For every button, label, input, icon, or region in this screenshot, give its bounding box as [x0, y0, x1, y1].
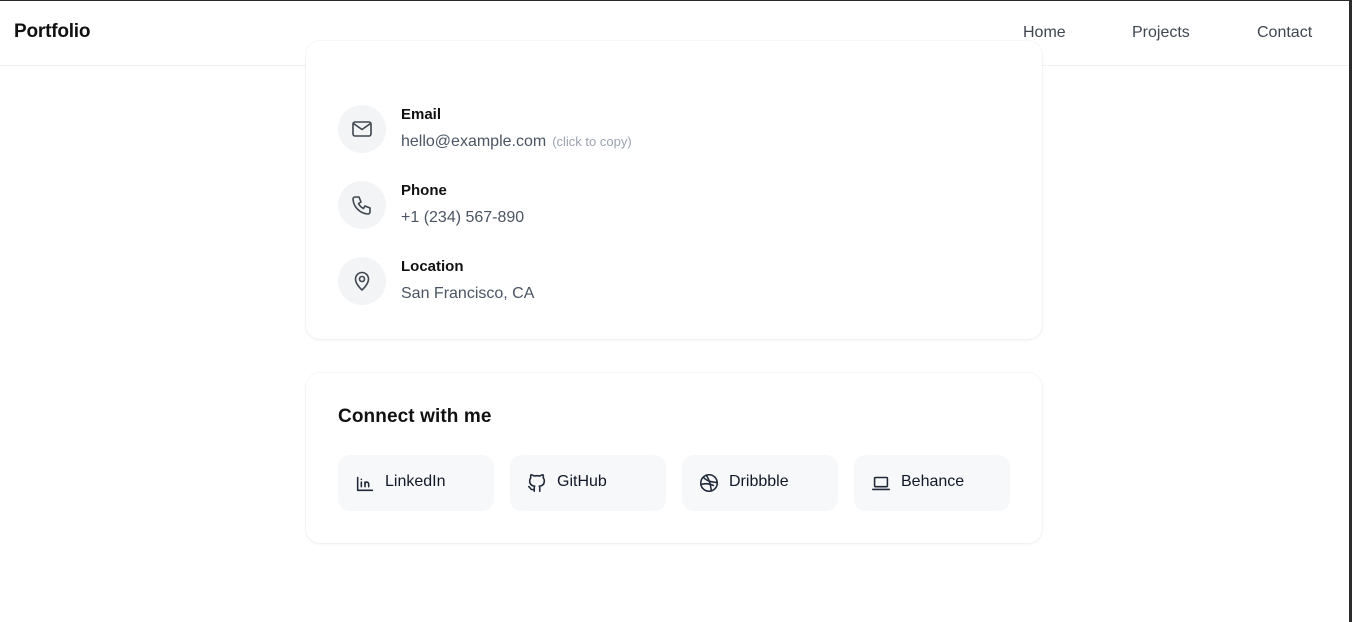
contact-info-card: Email hello@example.com (click to copy) P…: [306, 41, 1042, 339]
github-label: GitHub: [557, 473, 607, 490]
copy-hint: (click to copy): [552, 134, 632, 149]
contact-item-email: Email hello@example.com (click to copy): [338, 105, 1018, 157]
laptop-icon: [870, 472, 892, 494]
social-links-card: Connect with me LinkedIn GitHub Dribbble…: [306, 373, 1042, 543]
contact-item-location: Location San Francisco, CA: [338, 257, 1018, 309]
dribbble-icon: [698, 472, 720, 494]
phone-icon: [338, 181, 386, 229]
nav-contact[interactable]: Contact: [1257, 24, 1312, 42]
github-button[interactable]: GitHub: [510, 455, 666, 511]
behance-label: Behance: [901, 473, 965, 490]
linkedin-icon: [354, 472, 376, 494]
email-value[interactable]: hello@example.com: [401, 133, 546, 150]
mail-icon: [338, 105, 386, 153]
dribbble-button[interactable]: Dribbble: [682, 455, 838, 511]
behance-button[interactable]: Behance: [854, 455, 1010, 511]
linkedin-label: LinkedIn: [385, 473, 446, 490]
social-section-title: Connect with me: [338, 406, 492, 427]
brand-logo[interactable]: Portfolio: [14, 21, 90, 43]
email-value-row[interactable]: hello@example.com (click to copy): [401, 133, 632, 151]
map-pin-icon: [338, 257, 386, 305]
contact-item-phone: Phone +1 (234) 567-890: [338, 181, 1018, 233]
phone-value[interactable]: +1 (234) 567-890: [401, 209, 524, 227]
page: Portfolio Home Projects Contact Email he…: [0, 0, 1352, 622]
location-label: Location: [401, 258, 464, 275]
linkedin-button[interactable]: LinkedIn: [338, 455, 494, 511]
github-icon: [526, 472, 548, 494]
phone-label: Phone: [401, 182, 447, 199]
nav-projects[interactable]: Projects: [1132, 24, 1190, 42]
email-label: Email: [401, 106, 442, 123]
dribbble-label: Dribbble: [729, 473, 789, 490]
location-value: San Francisco, CA: [401, 285, 535, 302]
nav-home[interactable]: Home: [1023, 24, 1066, 42]
